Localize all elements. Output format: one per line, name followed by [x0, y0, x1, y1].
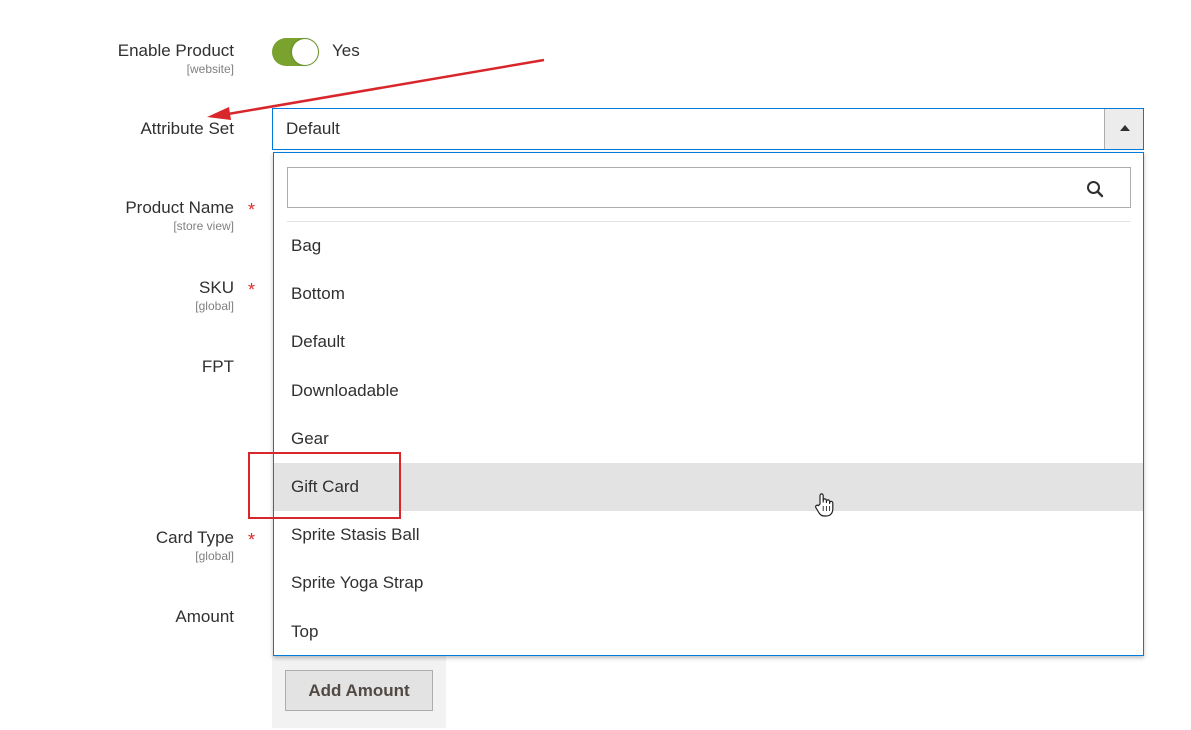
fpt-label: FPT	[201, 357, 234, 376]
sku-scope: [global]	[195, 299, 234, 313]
card-type-label: Card Type [global]	[155, 528, 234, 563]
enable-product-toggle[interactable]	[272, 38, 319, 66]
caret-up-icon	[1120, 125, 1130, 131]
product-form: Enable Product [website] Yes Attribute S…	[0, 0, 1191, 730]
search-input[interactable]	[288, 168, 1130, 207]
card-type-scope: [global]	[195, 549, 234, 563]
card-type-required-marker: *	[248, 530, 256, 550]
toggle-knob	[292, 39, 318, 65]
attribute-set-value: Default	[286, 119, 340, 138]
enable-product-value: Yes	[332, 41, 360, 60]
sku-label: SKU [global]	[195, 278, 234, 313]
option-bottom[interactable]: Bottom	[274, 270, 1143, 318]
amount-label: Amount	[175, 607, 234, 626]
sku-required-marker: *	[248, 280, 256, 300]
option-sprite-yoga-strap[interactable]: Sprite Yoga Strap	[274, 559, 1143, 607]
option-bag[interactable]: Bag	[274, 222, 1143, 270]
product-name-label: Product Name [store view]	[125, 198, 234, 233]
add-amount-container: Add Amount	[272, 655, 446, 728]
search-field[interactable]	[287, 167, 1131, 208]
option-default[interactable]: Default	[274, 318, 1143, 366]
product-name-scope: [store view]	[173, 219, 234, 233]
attribute-set-select[interactable]: Default	[272, 108, 1144, 150]
product-name-required-marker: *	[248, 200, 256, 220]
option-downloadable[interactable]: Downloadable	[274, 367, 1143, 415]
attribute-set-dropdown: Bag Bottom Default Downloadable Gear Gif…	[273, 152, 1144, 656]
enable-product-scope: [website]	[186, 62, 234, 76]
hand-cursor-icon	[815, 493, 834, 517]
option-top[interactable]: Top	[274, 608, 1143, 656]
attribute-set-toggle-button[interactable]	[1104, 109, 1143, 149]
option-sprite-stasis-ball[interactable]: Sprite Stasis Ball	[274, 511, 1143, 559]
enable-product-label: Enable Product [website]	[117, 41, 234, 76]
attribute-set-label: Attribute Set	[140, 119, 234, 138]
option-list: Bag Bottom Default Downloadable Gear Gif…	[274, 222, 1143, 656]
add-amount-button[interactable]: Add Amount	[285, 670, 433, 711]
option-gift-card[interactable]: Gift Card	[274, 462, 1143, 512]
option-gear[interactable]: Gear	[274, 415, 1143, 463]
search-icon[interactable]	[1086, 180, 1104, 198]
